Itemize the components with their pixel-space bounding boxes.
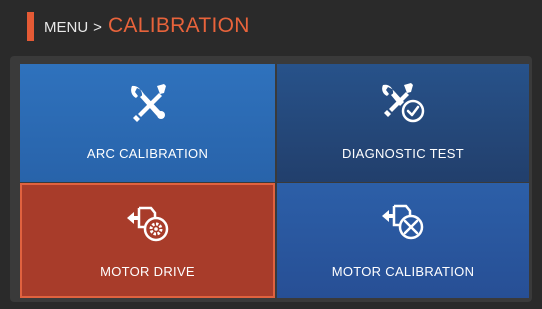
- motor-wrench-icon: [380, 203, 426, 246]
- motor-calibration-button[interactable]: MOTOR CALIBRATION: [277, 183, 529, 298]
- header-bar: MENU > CALIBRATION: [0, 0, 542, 56]
- motor-drive-label: MOTOR DRIVE: [100, 264, 195, 279]
- breadcrumb: MENU > CALIBRATION: [44, 14, 250, 42]
- arc-calibration-button[interactable]: ARC CALIBRATION: [20, 64, 275, 182]
- arc-calibration-label: ARC CALIBRATION: [86, 146, 209, 161]
- motor-gear-icon: [125, 205, 171, 248]
- motor-drive-button[interactable]: MOTOR DRIVE: [20, 183, 275, 298]
- header-accent-bar: [27, 12, 34, 41]
- breadcrumb-parent[interactable]: MENU: [44, 19, 88, 36]
- breadcrumb-separator: >: [93, 19, 102, 36]
- tools-icon: [127, 82, 169, 127]
- page-title: CALIBRATION: [107, 14, 250, 37]
- diagnostic-test-button[interactable]: DIAGNOSTIC TEST: [277, 64, 529, 182]
- motor-calibration-label: MOTOR CALIBRATION: [331, 264, 475, 279]
- diagnostic-test-label: DIAGNOSTIC TEST: [342, 146, 464, 161]
- tools-check-icon: [380, 82, 426, 129]
